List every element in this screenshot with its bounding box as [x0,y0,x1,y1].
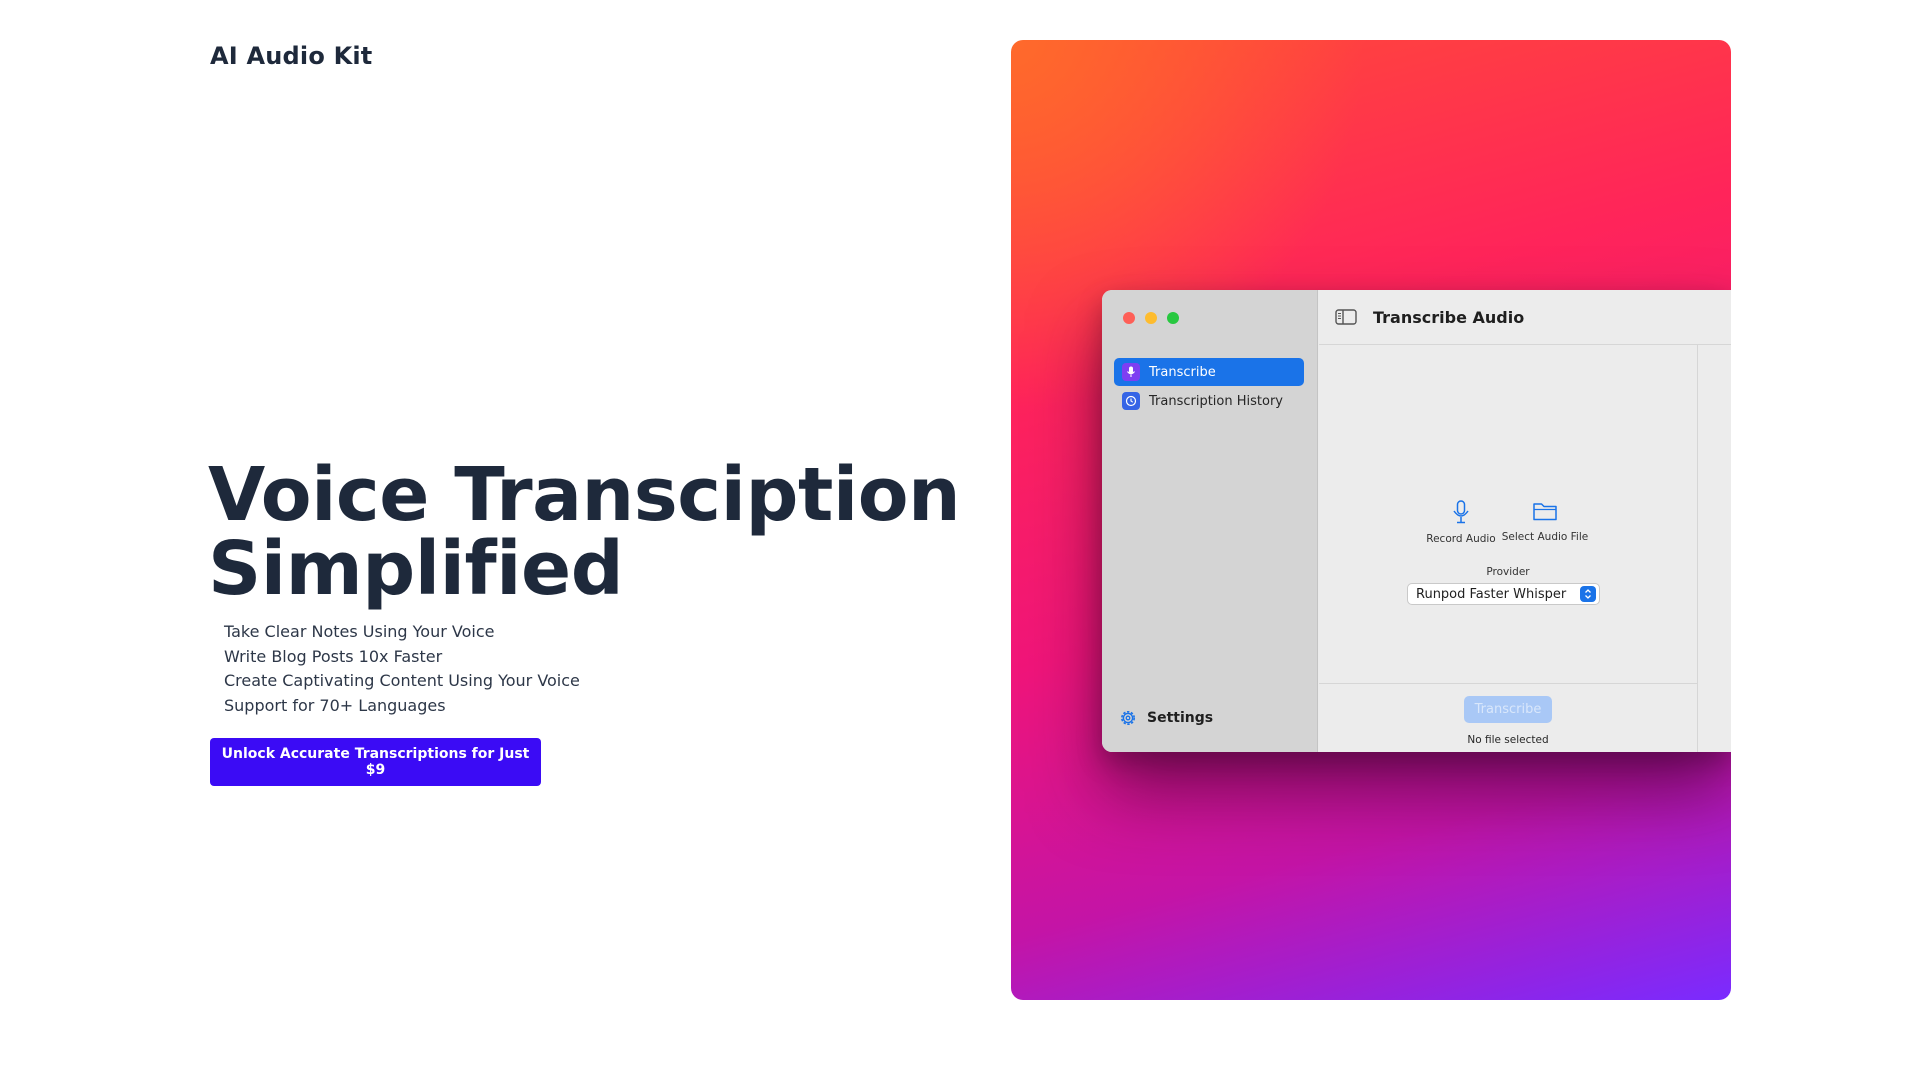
provider-select[interactable]: Runpod Faster Whisper [1407,583,1600,605]
feature-list: Take Clear Notes Using Your Voice Write … [224,620,580,718]
settings-button[interactable]: Settings [1118,708,1213,728]
file-status-text: No file selected [1467,734,1549,746]
minimize-window-button[interactable] [1145,312,1157,324]
record-audio-button[interactable]: Record Audio [1423,500,1499,545]
sidebar-item-label: Transcribe [1149,364,1216,380]
clock-icon [1122,392,1140,410]
landing-page: AI Audio Kit Voice Transciption Simplifi… [0,0,1920,1080]
app-toolbar: Transcribe Audio [1319,290,1731,345]
app-sidebar: Transcribe Transcription History Setting… [1102,290,1318,752]
provider-selected-value: Runpod Faster Whisper [1416,586,1567,602]
feature-item: Take Clear Notes Using Your Voice [224,622,495,641]
sidebar-toggle-icon[interactable] [1335,308,1357,326]
window-controls [1123,312,1179,324]
settings-label: Settings [1147,710,1214,726]
sidebar-item-label: Transcription History [1149,393,1283,409]
app-showcase: Transcribe Transcription History Setting… [1011,40,1731,1000]
gear-icon [1121,711,1135,725]
sidebar-item-transcription-history[interactable]: Transcription History [1114,387,1304,415]
hero-title: Voice Transciption Simplified [208,458,968,606]
footer-divider [1319,683,1697,684]
unlock-cta-button[interactable]: Unlock Accurate Transcriptions for Just … [210,738,541,786]
microphone-icon [1122,363,1140,381]
close-window-button[interactable] [1123,312,1135,324]
select-audio-file-button[interactable]: Select Audio File [1501,500,1589,543]
panel-divider [1697,345,1698,752]
microphone-icon [1453,500,1469,524]
hero-title-line-2: Simplified [208,526,624,612]
app-main-panel: Transcribe Audio Record Audio Select Aud… [1319,290,1731,752]
select-audio-file-label: Select Audio File [1501,531,1589,543]
zoom-window-button[interactable] [1167,312,1179,324]
brand-logo[interactable]: AI Audio Kit [210,42,372,70]
feature-item: Create Captivating Content Using Your Vo… [224,671,580,690]
transcribe-button[interactable]: Transcribe [1464,696,1552,723]
feature-item: Write Blog Posts 10x Faster [224,646,443,666]
record-audio-label: Record Audio [1426,533,1496,545]
provider-label: Provider [1486,566,1530,578]
chevron-up-down-icon [1580,586,1596,602]
sidebar-item-transcribe[interactable]: Transcribe [1114,358,1304,386]
app-window: Transcribe Transcription History Setting… [1102,290,1731,752]
folder-icon [1533,503,1557,521]
feature-item: Support for 70+ Languages [224,695,446,715]
window-title: Transcribe Audio [1373,307,1525,327]
